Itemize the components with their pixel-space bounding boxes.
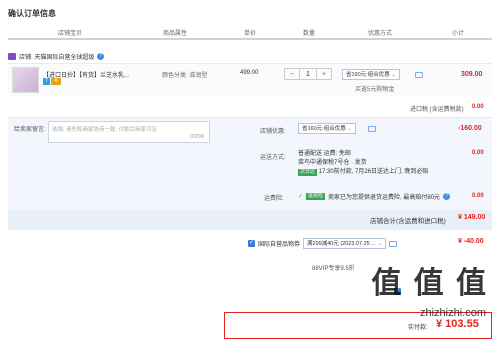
watermark-url: zhizhizhi.com xyxy=(419,307,486,319)
col-header-attr: 商品属性 xyxy=(163,31,188,37)
plus-button[interactable]: + xyxy=(317,69,331,79)
product-thumbnail[interactable] xyxy=(12,67,39,93)
col-header-price: 单价 xyxy=(244,31,257,37)
page-title: 确认订单信息 xyxy=(8,9,56,18)
vip-discount-label: 88VIP专享9.5折 xyxy=(312,266,355,272)
promo-select[interactable]: 省190元:组合优惠 xyxy=(342,69,400,80)
badge-icon: 7 xyxy=(43,78,50,85)
store-total-label: 店铺合计(含运费和进口税) xyxy=(370,218,446,225)
insurance-badge: 运费险 xyxy=(306,193,326,200)
import-tax-value: 0.00 xyxy=(472,104,484,110)
col-header-qty: 数量 xyxy=(303,31,316,37)
promo-note: 买返5元购物金 xyxy=(355,87,395,93)
store-row: 店铺: 天猫国际自营全球超级 ? xyxy=(8,52,105,61)
store-name[interactable]: 店铺: 天猫国际自营全球超级 xyxy=(19,52,94,61)
coupon-checkbox[interactable] xyxy=(248,239,255,247)
store-discount-value: -160.00 xyxy=(458,125,482,132)
shipping-line2: 菜鸟中通保税7号仓 · 发货 xyxy=(298,160,367,166)
shipping-value: 0.00 xyxy=(472,150,484,156)
help-icon[interactable]: ? xyxy=(443,193,451,200)
quantity-value[interactable]: 1 xyxy=(299,69,317,79)
platform-coupon-select[interactable]: 满299减40元 (2023.07.25 ... xyxy=(303,238,386,249)
import-tax-label: 进口税 (含运费税款) xyxy=(410,107,464,113)
quantity-stepper[interactable]: − 1 + xyxy=(284,68,332,80)
chat-icon[interactable] xyxy=(388,240,397,247)
insurance-value: 0.00 xyxy=(472,193,484,199)
watermark-logo: 值 值 值 xyxy=(371,267,488,300)
message-input[interactable]: 选填, 请先和商家协商一致, 付款后商家可见 xyxy=(48,121,210,143)
chat-icon[interactable] xyxy=(415,72,423,78)
minus-button[interactable]: − xyxy=(285,69,299,79)
unit-price: 499.00 xyxy=(240,70,259,76)
store-icon xyxy=(8,53,16,60)
message-placeholder: 选填, 请先和商家协商一致, 付款后商家可见 xyxy=(52,127,158,133)
platform-coupon-label: 国际自营品物券 xyxy=(258,242,301,248)
shipping-line3: 17:30前付款, 7月26日送达上门, 晚到必赔 xyxy=(318,169,429,175)
store-discount-select[interactable]: 省160元:组合优惠 xyxy=(298,123,356,134)
product-attr: 颜色分类: 滋润型 xyxy=(162,73,208,79)
platform-coupon-row: 国际自营品物券 满299减40元 (2023.07.25 ... xyxy=(248,238,397,249)
item-row xyxy=(8,63,492,97)
col-header-product: 店铺宝贝 xyxy=(58,31,83,37)
store-total-value: ¥ 149.00 xyxy=(458,214,486,221)
info-icon[interactable]: ? xyxy=(97,53,105,60)
message-label: 给卖家留言: xyxy=(14,127,46,133)
check-icon: ✓ xyxy=(298,194,304,200)
insurance-row: ✓ 运费险 卖家已为您提供退货运费险, 最高赔付80元 ? xyxy=(298,192,451,201)
message-counter: 0/200 xyxy=(190,134,204,140)
pay-label: 实付款: xyxy=(408,325,428,331)
pay-total: ¥ 103.55 xyxy=(436,318,479,330)
item-subtotal: 309.00 xyxy=(461,71,483,78)
col-header-promo: 优惠方式 xyxy=(368,31,393,37)
col-header-subtotal: 小计 xyxy=(452,31,465,37)
insurance-text: 卖家已为您提供退货运费险, 最高赔付80元 xyxy=(328,195,441,201)
chat-icon[interactable] xyxy=(368,126,376,132)
platform-coupon-value: ¥ -40.00 xyxy=(458,238,484,245)
shipping-line3-row: 次日达 17:30前付款, 7月26日送达上门, 晚到必赔 xyxy=(298,166,428,176)
shipping-line1: 普通配送 运费: 免邮 xyxy=(298,151,352,157)
badge-icon: ¥ xyxy=(51,78,61,85)
shipping-label: 运送方式: xyxy=(260,155,286,161)
store-discount-label: 店铺优惠: xyxy=(260,129,286,135)
next-day-badge: 次日达 xyxy=(298,169,318,176)
table-header: 店铺宝贝 商品属性 单价 数量 优惠方式 小计 xyxy=(8,24,492,40)
insurance-label: 运费险: xyxy=(264,196,284,202)
